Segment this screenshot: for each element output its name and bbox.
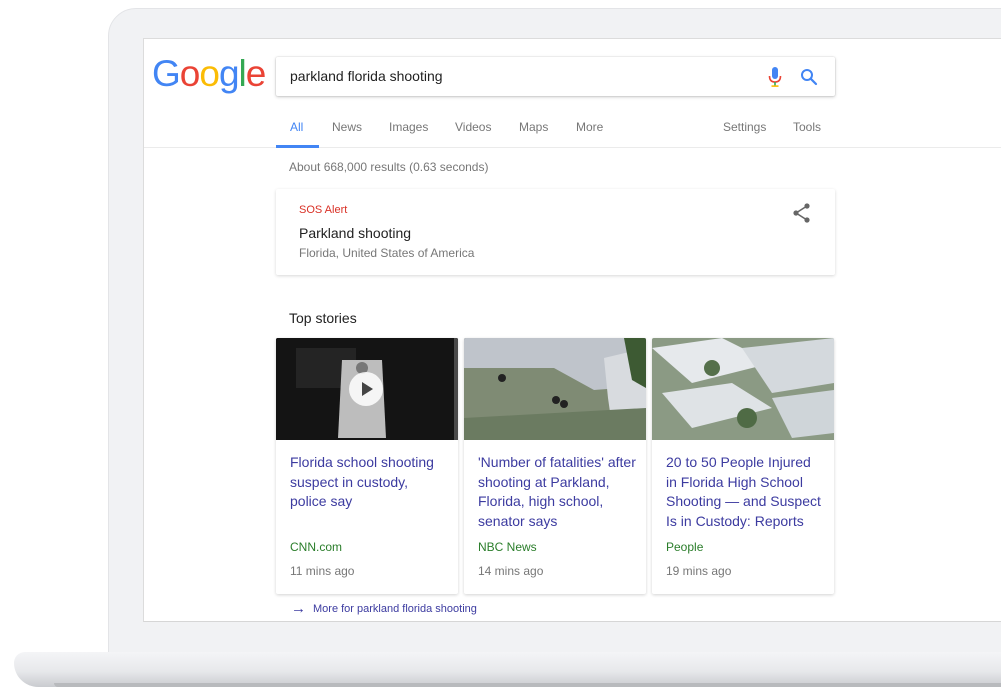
result-stats: About 668,000 results (0.63 seconds) (289, 160, 489, 174)
search-tabs: All News Images Videos Maps More Setting… (276, 115, 836, 148)
top-stories-heading: Top stories (289, 310, 357, 326)
sos-alert-card[interactable]: SOS Alert Parkland shooting Florida, Uni… (276, 189, 835, 275)
share-icon[interactable] (792, 202, 812, 224)
settings-link[interactable]: Settings (723, 120, 766, 134)
tools-link[interactable]: Tools (793, 120, 821, 134)
story-thumbnail[interactable] (652, 338, 834, 440)
more-stories-label: More for parkland florida shooting (313, 603, 477, 615)
story-time: 14 mins ago (478, 564, 544, 578)
tab-videos[interactable]: Videos (455, 120, 491, 134)
tab-images[interactable]: Images (389, 120, 428, 134)
story-thumbnail[interactable] (276, 338, 458, 440)
browser-screen: Google parkland florida shooting All New… (143, 38, 1001, 622)
arrow-right-icon: → (291, 600, 306, 617)
story-source: People (666, 540, 704, 554)
story-title[interactable]: Florida school shooting suspect in custo… (290, 453, 448, 512)
story-source: NBC News (478, 540, 537, 554)
story-time: 19 mins ago (666, 564, 732, 578)
story-time: 11 mins ago (290, 564, 355, 578)
tab-all[interactable]: All (290, 120, 303, 134)
story-source: CNN.com (290, 540, 343, 554)
story-title[interactable]: 'Number of fatalities' after shooting at… (478, 453, 636, 531)
tab-news[interactable]: News (332, 120, 362, 134)
story-card-1[interactable]: Florida school shooting suspect in custo… (276, 338, 458, 594)
more-stories-link[interactable]: → More for parkland florida shooting (291, 600, 477, 617)
story-card-3[interactable]: 20 to 50 People Injured in Florida High … (652, 338, 834, 594)
search-header: Google parkland florida shooting All New… (144, 39, 1001, 148)
search-query[interactable]: parkland florida shooting (290, 68, 443, 84)
sos-alert-location: Florida, United States of America (299, 246, 475, 260)
story-card-2[interactable]: 'Number of fatalities' after shooting at… (464, 338, 646, 594)
tab-more[interactable]: More (576, 120, 603, 134)
story-title[interactable]: 20 to 50 People Injured in Florida High … (666, 453, 824, 531)
google-logo[interactable]: Google (152, 53, 266, 95)
play-icon[interactable] (349, 372, 383, 406)
sos-alert-title[interactable]: Parkland shooting (299, 225, 411, 241)
story-thumbnail[interactable] (464, 338, 646, 440)
mic-icon[interactable] (768, 67, 782, 87)
school-aerial-photo (652, 338, 834, 440)
search-icon[interactable] (800, 68, 818, 86)
active-tab-indicator (276, 145, 319, 148)
laptop-base (14, 652, 1001, 687)
tab-maps[interactable]: Maps (519, 120, 548, 134)
search-input[interactable]: parkland florida shooting (276, 57, 835, 96)
sos-alert-label: SOS Alert (299, 204, 348, 216)
aerial-photo (464, 338, 646, 440)
